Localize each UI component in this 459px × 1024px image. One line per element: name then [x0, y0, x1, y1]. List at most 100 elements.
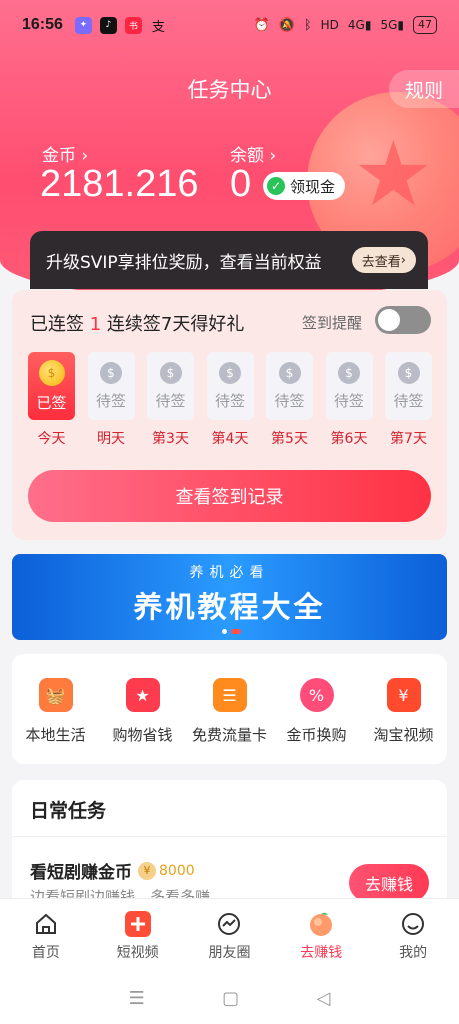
home-square-icon[interactable]: ▢ — [222, 988, 239, 1009]
signin-day[interactable]: $ 待签 第4天 — [206, 352, 254, 448]
coin-icon: $ — [159, 361, 182, 384]
tab-short-video[interactable]: 短视频 — [98, 899, 178, 972]
balance-value: 0 — [230, 163, 252, 205]
pager-dot-active — [231, 629, 241, 634]
tab-home[interactable]: 首页 — [6, 899, 86, 972]
status-time: 16:56 — [22, 16, 63, 33]
day-status: 待签 — [274, 391, 305, 410]
quick-link-data-card[interactable]: ☰ 免费流量卡 — [187, 678, 273, 764]
hd-indicator: HD — [320, 18, 339, 32]
quick-link-coin-exchange[interactable]: % 金币换购 — [274, 678, 360, 764]
coin-icon: $ — [278, 361, 301, 384]
svip-text: 升级SVIP享排位奖励，查看当前权益 — [46, 252, 322, 273]
coin-icon: $ — [219, 361, 241, 384]
star-icon: ★ — [353, 122, 434, 227]
bluetooth-icon: ᛒ — [303, 17, 312, 33]
plus-video-icon — [124, 910, 152, 938]
day-box: $ 待签 — [266, 352, 313, 420]
day-box: $ 待签 — [325, 352, 373, 420]
coin-icon: $ — [397, 361, 420, 384]
chevron-right-icon: › — [269, 146, 277, 166]
quick-link-label: 本地生活 — [25, 726, 86, 744]
status-bar: 16:56 ✦ ♪ 书 支 ⏰ 🔕 ᛒ HD 4G▮ 5G▮ 47 — [0, 0, 459, 50]
day-label: 第6天 — [330, 431, 368, 447]
alarm-icon: ⏰ — [253, 17, 270, 33]
daily-tasks-title: 日常任务 — [30, 800, 107, 822]
signin-suffix: 连续签7天得好礼 — [106, 314, 245, 335]
day-status: 待签 — [95, 391, 126, 410]
task-reward-value: 8000 — [159, 862, 195, 879]
signin-prefix: 已连签 — [30, 314, 84, 335]
tab-earn[interactable]: 去赚钱 — [281, 899, 361, 972]
banner-subtitle: 养机必看 — [189, 565, 270, 581]
sim-card-icon: ☰ — [212, 678, 247, 712]
moments-icon — [216, 910, 242, 938]
signin-day[interactable]: $ 待签 明天 — [87, 352, 135, 448]
toggle-knob — [378, 309, 400, 331]
signin-day[interactable]: $ 待签 第5天 — [266, 352, 313, 448]
day-status: 待签 — [214, 391, 245, 410]
quick-link-label: 淘宝视频 — [373, 726, 434, 744]
quick-link-shopping[interactable]: ★ 购物省钱 — [100, 678, 186, 764]
divider — [12, 836, 447, 837]
signal-4g-icon: 4G▮ — [347, 18, 372, 32]
tab-label: 朋友圈 — [208, 944, 251, 961]
tab-mine[interactable]: 我的 — [373, 899, 453, 972]
day-label: 明天 — [97, 431, 125, 447]
douyin-icon: ♪ — [99, 16, 117, 34]
shopping-bag-icon: ★ — [125, 678, 160, 712]
signal-5g-icon: 5G▮ — [380, 18, 404, 32]
tab-label: 首页 — [31, 944, 60, 961]
status-indicators: ⏰ 🔕 ᛒ HD 4G▮ 5G▮ 47 — [253, 16, 437, 34]
banner-pager — [222, 629, 241, 634]
coin-icon: ¥ — [138, 861, 156, 880]
day-label: 今天 — [37, 431, 66, 447]
signin-streak: 已连签 1 连续签7天得好礼 — [30, 310, 244, 336]
day-status: 待签 — [393, 391, 424, 410]
day-label: 第5天 — [271, 431, 308, 447]
svip-promo-bar[interactable]: 升级SVIP享排位奖励，查看当前权益 去查看 › — [30, 231, 428, 289]
day-box: $ 待签 — [147, 352, 194, 420]
day-box: $ 待签 — [385, 352, 432, 420]
task-reward: ¥8000 — [138, 861, 195, 880]
signin-remind-label: 签到提醒 — [301, 314, 362, 332]
banner-title: 养机教程大全 — [133, 590, 326, 624]
claim-cash-button[interactable]: ✓ 领现金 — [263, 172, 346, 200]
svip-view-button[interactable]: 去查看 › — [351, 247, 416, 273]
day-label: 第4天 — [211, 431, 249, 447]
peach-icon — [307, 910, 335, 938]
tab-moments[interactable]: 朋友圈 — [189, 899, 269, 972]
promo-banner[interactable]: 养机必看 养机教程大全 — [12, 554, 447, 640]
signin-day[interactable]: $ 待签 第6天 — [325, 352, 373, 448]
rules-button[interactable]: 规则 — [389, 70, 459, 108]
quick-link-local-life[interactable]: 🧺 本地生活 — [13, 678, 99, 764]
task-name: 看短剧赚金币 — [30, 863, 132, 883]
signin-day[interactable]: $ 待签 第7天 — [385, 352, 432, 448]
tab-label: 短视频 — [116, 944, 159, 961]
day-label: 第7天 — [390, 431, 427, 447]
signin-remind-toggle[interactable] — [375, 306, 431, 334]
alipay-icon: 支 — [151, 19, 165, 35]
system-navbar: ☰ ▢ ◁ — [0, 972, 459, 1024]
basket-icon: 🧺 — [38, 678, 73, 712]
quick-link-label: 免费流量卡 — [191, 726, 267, 744]
day-box: $ 待签 — [87, 352, 135, 420]
battery-indicator: 47 — [413, 16, 437, 34]
signin-record-button[interactable]: 查看签到记录 — [28, 470, 431, 522]
signin-day[interactable]: $ 已签 今天 — [28, 352, 75, 448]
signin-days: $ 已签 今天 $ 待签 明天 $ 待签 第3天 $ 待签 第4天 $ 待签 第5天 $ 待… — [28, 352, 432, 448]
day-box: $ 待签 — [206, 352, 254, 420]
coin-icon: $ — [338, 361, 360, 384]
quick-link-label: 金币换购 — [286, 726, 347, 744]
status-app-icons: ✦ ♪ 书 支 — [74, 16, 167, 35]
signin-count: 1 — [89, 314, 102, 335]
bottom-tabbar: 首页 短视频 朋友圈 去赚钱 我的 — [0, 898, 459, 972]
home-icon — [33, 910, 59, 938]
pager-dot — [222, 629, 227, 634]
back-icon[interactable]: ◁ — [316, 988, 330, 1009]
day-label: 第3天 — [152, 431, 189, 447]
signin-day[interactable]: $ 待签 第3天 — [147, 352, 194, 448]
task-earn-button[interactable]: 去赚钱 — [349, 864, 429, 902]
menu-icon[interactable]: ☰ — [129, 988, 145, 1009]
quick-link-taobao-video[interactable]: ¥ 淘宝视频 — [361, 678, 447, 764]
